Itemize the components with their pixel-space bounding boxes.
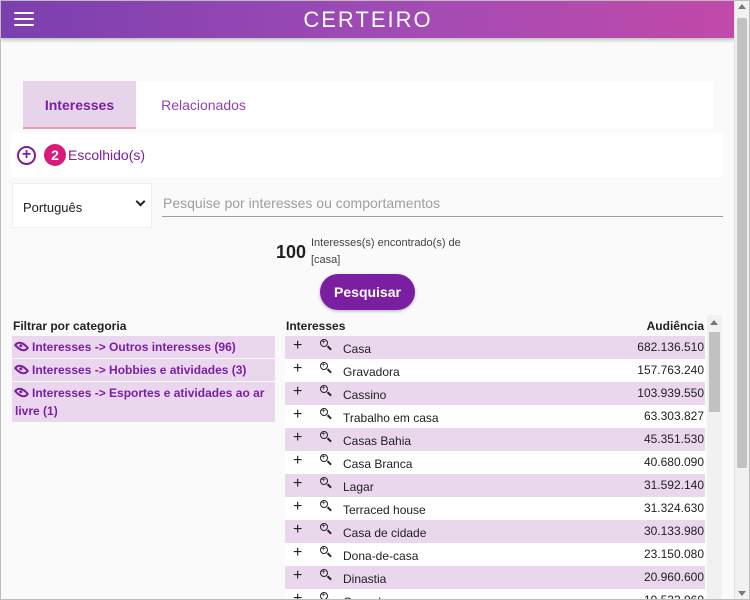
eye-icon [13,385,30,401]
zoom-in-icon[interactable] [320,566,332,581]
chosen-count-badge: 2 [44,144,66,166]
interest-audience: 682.136.510 [637,340,704,354]
results-text: Interesses(s) encontrado(s) de [311,237,461,249]
interest-name: Cassino [343,388,387,402]
interest-audience: 31.592.140 [643,478,704,492]
interest-name: Dinastia [343,572,387,586]
plus-icon[interactable]: + [293,337,302,355]
zoom-in-icon[interactable] [320,589,332,599]
language-value: Português [23,200,83,215]
zoom-in-icon[interactable] [320,497,332,512]
interest-audience: 20.960.600 [643,570,704,584]
search-input[interactable] [162,189,723,217]
interest-name: Terraced house [343,503,426,517]
table-row: + Gravadora 157.763.240 [285,359,705,382]
zoom-in-icon[interactable] [320,336,332,351]
table-row: + Cassino 103.939.550 [285,382,705,405]
top-app-bar: CERTEIRO [1,1,735,38]
page-scrollbar[interactable] [734,1,749,599]
plus-icon[interactable]: + [293,544,302,562]
interest-name: Casa de campo [343,595,427,599]
interest-name: Casas Bahia [343,434,412,448]
tab-bar: Interesses Relacionados [23,81,713,129]
filter-item-label: Interesses -> Outros interesses (96) [32,340,236,354]
scroll-thumb[interactable] [709,332,720,412]
zoom-in-icon[interactable] [320,428,332,443]
plus-icon[interactable]: + [293,383,302,401]
filter-item-label: Interesses -> Hobbies e atividades (3) [32,363,247,377]
interest-name: Casa [343,342,372,356]
plus-icon[interactable]: + [293,498,302,516]
table-row: + Lagar 31.592.140 [285,474,705,497]
interest-audience: 45.351.530 [643,432,704,446]
interest-audience: 30.133.980 [643,524,704,538]
zoom-in-icon[interactable] [320,405,332,420]
eye-icon [13,339,30,355]
scroll-thumb[interactable] [737,18,747,468]
interest-audience: 40.680.090 [643,455,704,469]
chevron-down-icon [135,196,146,207]
interest-name: Gravadora [343,365,400,379]
filter-heading: Filtrar por categoria [13,319,127,333]
plus-icon[interactable]: + [293,475,302,493]
interest-name: Casa de cidade [343,526,427,540]
interest-name: Lagar [343,480,374,494]
table-row: + Dona-de-casa 23.150.080 [285,543,705,566]
interest-audience: 23.150.080 [643,547,704,561]
plus-icon[interactable]: + [293,567,302,585]
app-window: CERTEIRO Interesses Relacionados + 2 Esc… [0,0,750,600]
interests-table: + Casa 682.136.510 + Gravadora 157.763.240 + Ca… [285,336,705,600]
column-header-interests: Interesses [286,319,346,333]
table-scrollbar[interactable] [707,315,722,599]
brand-logo: CERTEIRO [303,7,433,32]
table-row: + Dinastia 20.960.600 [285,566,705,589]
interest-audience: 31.324.630 [643,501,704,515]
interest-name: Dona-de-casa [343,549,419,563]
plus-icon[interactable]: + [293,521,302,539]
plus-icon[interactable]: + [293,406,302,424]
tab-interesses[interactable]: Interesses [23,81,136,129]
add-circle-icon[interactable]: + [17,146,36,165]
zoom-in-icon[interactable] [320,474,332,489]
zoom-in-icon[interactable] [320,359,332,374]
filter-item[interactable]: Interesses -> Outros interesses (96) [12,336,275,358]
zoom-in-icon[interactable] [320,520,332,535]
language-select[interactable]: Português [12,183,152,228]
scroll-down-icon[interactable] [738,591,746,596]
plus-icon[interactable]: + [293,429,302,447]
interest-name: Casa Branca [343,457,413,471]
scroll-up-icon[interactable] [710,320,718,325]
category-filter-list: Interesses -> Outros interesses (96) Int… [12,336,275,423]
plus-icon[interactable]: + [293,452,302,470]
results-count: 100 [276,242,307,262]
filter-item[interactable]: Interesses -> Hobbies e atividades (3) [12,359,275,381]
column-header-audience: Audiência [646,319,704,333]
zoom-in-icon[interactable] [320,382,332,397]
filter-item[interactable]: Interesses -> Esportes e atividades ao a… [12,382,275,422]
results-term: [casa] [311,254,341,266]
table-row: + Casa Branca 40.680.090 [285,451,705,474]
interest-audience: 19.532.960 [643,593,704,600]
interest-audience: 63.303.827 [643,409,704,423]
filter-item-label: Interesses -> Esportes e atividades ao a… [15,386,265,418]
scroll-up-icon[interactable] [738,4,746,9]
eye-icon [13,362,30,378]
interest-audience: 157.763.240 [637,363,704,377]
interest-name: Trabalho em casa [343,411,439,425]
plus-icon[interactable]: + [293,590,302,599]
table-row: + Casas Bahia 45.351.530 [285,428,705,451]
plus-icon[interactable]: + [293,360,302,378]
chosen-label[interactable]: Escolhido(s) [68,147,145,163]
table-row: + Casa de cidade 30.133.980 [285,520,705,543]
table-row: + Casa de campo 19.532.960 [285,589,705,600]
zoom-in-icon[interactable] [320,451,332,466]
table-row: + Terraced house 31.324.630 [285,497,705,520]
table-row: + Casa 682.136.510 [285,336,705,359]
table-row: + Trabalho em casa 63.303.827 [285,405,705,428]
chosen-bar: + 2 Escolhido(s) [11,133,723,177]
interest-audience: 103.939.550 [637,386,704,400]
search-button[interactable]: Pesquisar [320,274,415,310]
tab-relacionados[interactable]: Relacionados [136,81,271,129]
zoom-in-icon[interactable] [320,543,332,558]
